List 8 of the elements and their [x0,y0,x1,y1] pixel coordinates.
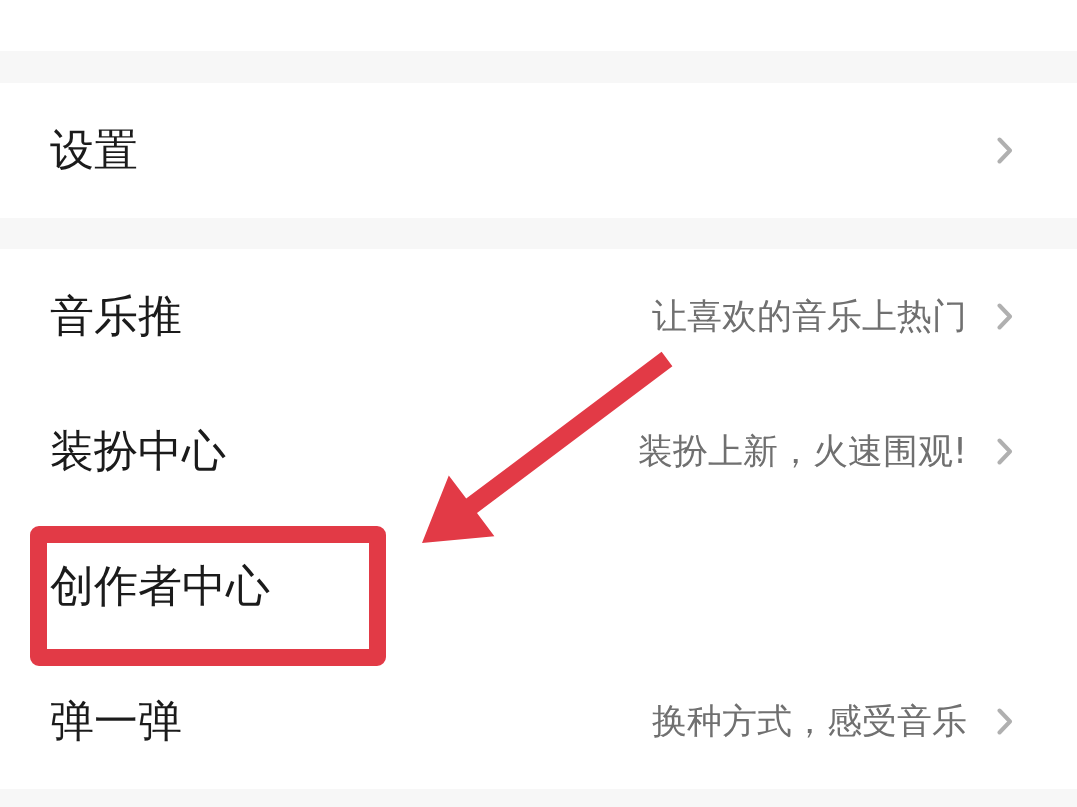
row-title: 音乐推 [50,289,182,343]
row-title: 弹一弹 [50,694,182,748]
row-subtitle: 装扮上新，火速围观! [637,430,967,473]
row-subtitle: 让喜欢的音乐上热门 [652,295,967,338]
row-title: 装扮中心 [50,424,226,478]
row-subtitle: 换种方式，感受音乐 [652,700,967,743]
row-title: 设置 [50,123,138,177]
row-title: 创作者中心 [50,559,270,613]
